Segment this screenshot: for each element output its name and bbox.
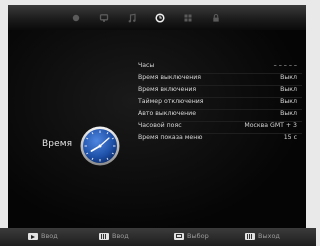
grid-icon[interactable] [183,13,193,23]
exit-button-icon [245,233,255,240]
menu-label: Время выключения [138,74,202,81]
menu-value: Выкл [280,110,297,117]
menu-row-osd-timeout[interactable]: Время показа меню 15 с [138,134,302,146]
monitor-icon[interactable] [99,13,109,23]
menu-value: 15 с [283,134,297,141]
menu-label: Часовой пояс [138,122,182,129]
clock-tab-icon[interactable] [155,13,165,23]
time-settings-menu: Часы – – – – – Время выключения Выкл Вре… [8,30,306,233]
menu-value: – – – – – [273,62,297,69]
lock-icon[interactable] [211,13,221,23]
enter-button-icon [28,233,38,240]
tv-menu-frame: Время Часы – – – – – Время выключения Вы… [8,5,306,237]
picture-icon[interactable] [71,13,81,23]
menu-value: Москва GMT + 3 [244,122,297,129]
menu-label: Часы [138,62,155,69]
menu-label: Авто выключение [138,110,197,117]
button-hint-bar: Ввод Ввод Выбор Выход [0,228,316,246]
menu-value: Выкл [280,86,297,93]
menu-value: Выкл [280,74,297,81]
hint-label: Выбор [187,232,209,240]
menu-value: Выкл [280,98,297,105]
ok-button-icon [99,233,109,240]
select-button-icon [174,233,184,240]
settings-panel: Время Часы – – – – – Время выключения Вы… [8,30,306,233]
hint-label: Выход [258,232,280,240]
music-note-icon[interactable] [127,13,137,23]
menu-label: Время показа меню [138,134,203,141]
menu-tab-bar [8,5,306,30]
menu-label: Время включения [138,86,197,93]
hint-label: Ввод [41,232,58,240]
menu-label: Таймер отключения [138,98,204,105]
hint-label: Ввод [112,232,129,240]
